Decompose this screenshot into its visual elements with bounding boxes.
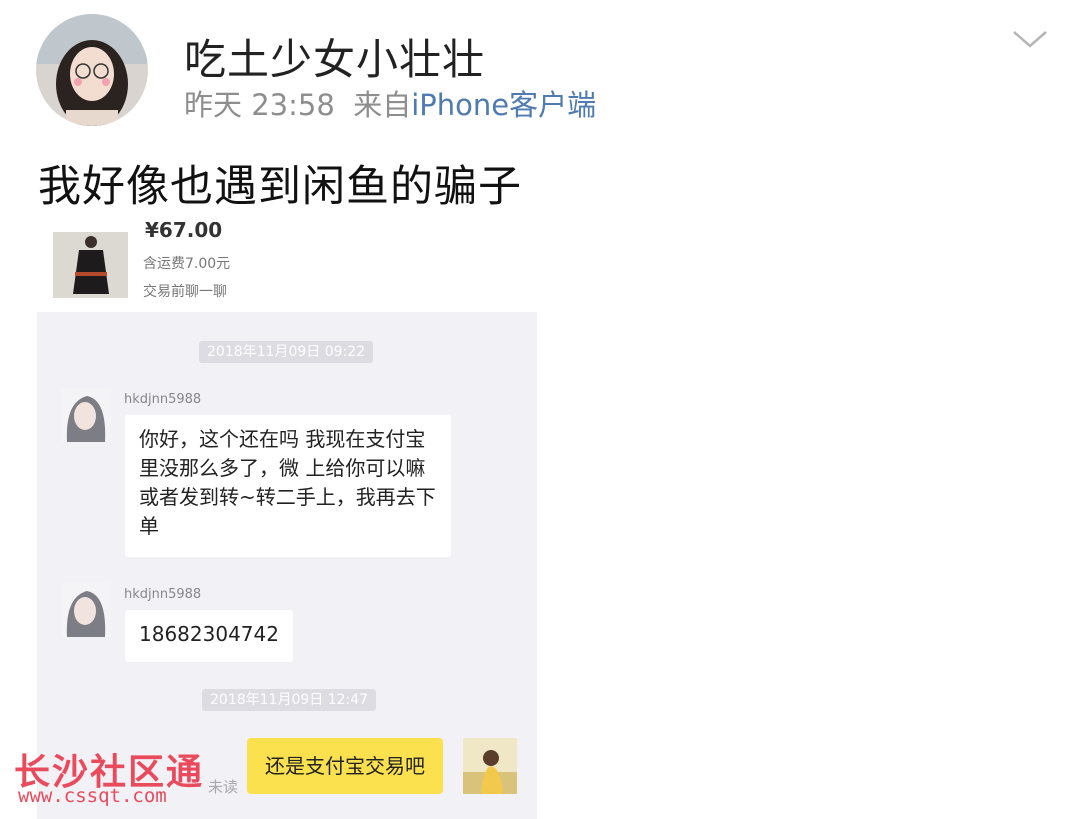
product-price: ¥67.00 [145, 222, 223, 242]
post-time: 昨天 23:58 [184, 88, 335, 122]
chat-timestamp: 2018年11月09日 09:22 [199, 341, 374, 363]
chat-timestamp: 2018年11月09日 12:47 [202, 689, 377, 711]
product-thumbnail [53, 232, 128, 298]
sender-avatar[interactable] [61, 583, 111, 637]
post-meta: 昨天 23:58 来自iPhone客户端 [184, 82, 596, 124]
chevron-down-icon[interactable] [1010, 26, 1050, 52]
watermark-url: www.cssqt.com [18, 785, 167, 807]
my-message-bubble[interactable]: 还是支付宝交易吧 [247, 738, 443, 794]
embedded-chat-screenshot[interactable]: ¥67.00 含运费7.00元 交易前聊一聊 2018年11月09日 09:22… [37, 222, 537, 819]
product-card: ¥67.00 含运费7.00元 交易前聊一聊 [37, 222, 537, 312]
sender-username: hkdjnn5988 [124, 587, 202, 602]
product-chat-prompt: 交易前聊一聊 [143, 284, 227, 300]
source-client-link[interactable]: iPhone客户端 [411, 88, 596, 122]
sender-avatar[interactable] [61, 388, 111, 442]
message-bubble[interactable]: 你好，这个还在吗 我现在支付宝里没那么多了，微 上给你可以嘛 或者发到转~转二手… [125, 415, 451, 557]
post-text: 我好像也遇到闲鱼的骗子 [38, 162, 522, 212]
source-prefix: 来自 [353, 88, 412, 122]
my-avatar[interactable] [463, 738, 517, 794]
unread-status: 未读 [208, 778, 239, 796]
product-shipping: 含运费7.00元 [143, 256, 231, 272]
author-name[interactable]: 吃土少女小壮壮 [184, 26, 485, 87]
sender-username: hkdjnn5988 [124, 392, 202, 407]
author-avatar[interactable] [36, 14, 148, 126]
message-bubble[interactable]: 18682304742 [125, 610, 293, 662]
